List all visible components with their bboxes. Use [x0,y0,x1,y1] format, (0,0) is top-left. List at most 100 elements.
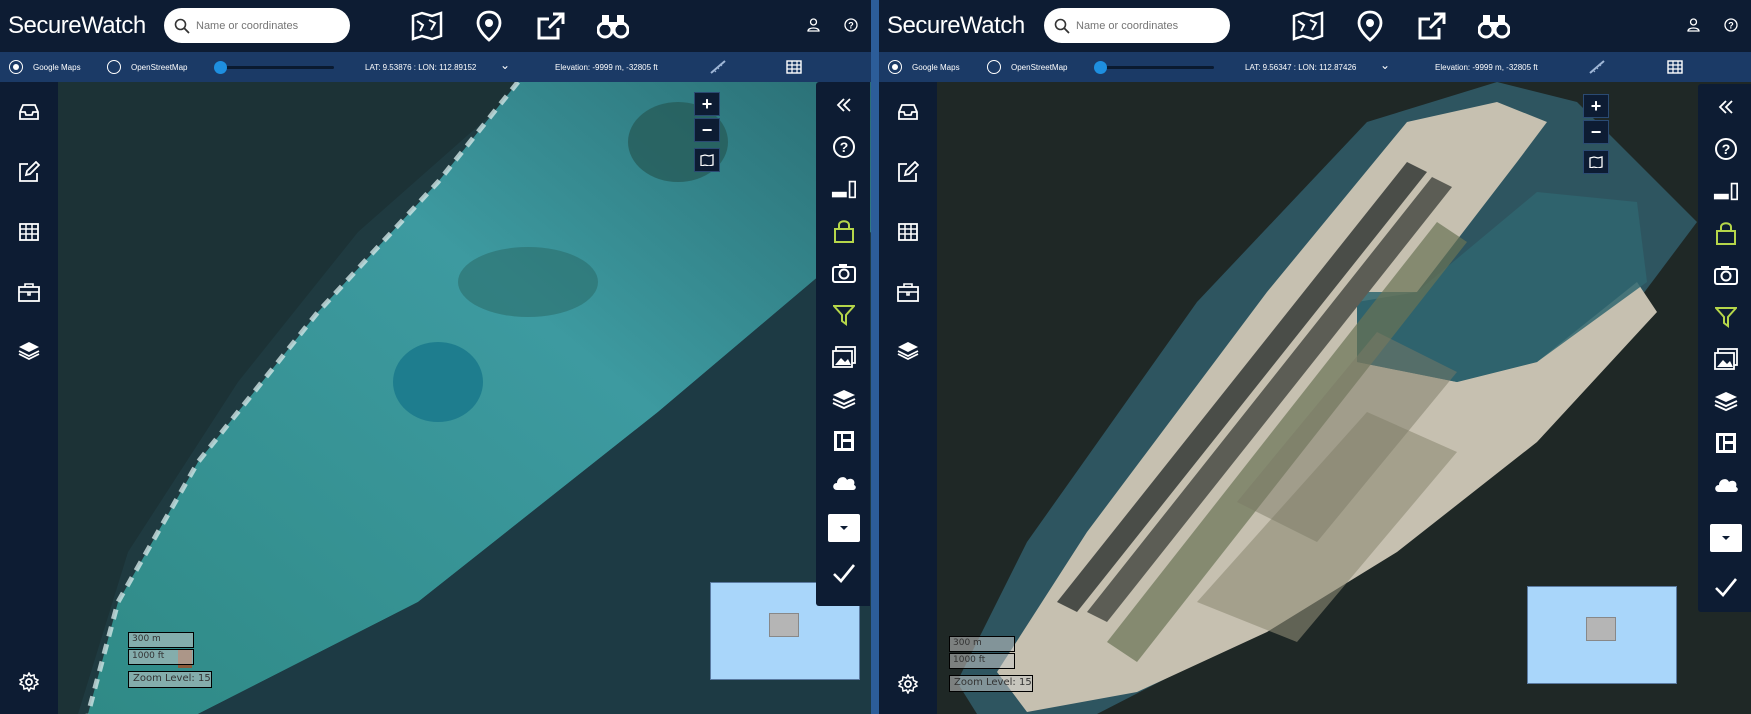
map-view-icon[interactable] [694,148,720,172]
map-icon[interactable] [408,8,446,44]
camera-icon[interactable] [1713,262,1739,288]
grid-icon[interactable] [17,220,41,244]
scale-feet: 1000 ft [949,653,1015,669]
map-view[interactable]: + − 300 m 1000 ft Zoom Level: 15 [58,82,871,714]
camera-icon[interactable] [831,260,857,286]
collapse-icon[interactable] [831,92,857,118]
user-icon[interactable] [1685,17,1701,33]
scale-meters: 300 m [128,632,194,648]
grid-icon[interactable] [1665,58,1685,76]
elevation-readout: Elevation: -9999 m, -32805 ft [555,63,658,72]
coordinate-readout: LAT: 9.53876 : LON: 112.89152 [365,63,477,72]
map-icon[interactable] [1289,8,1327,44]
filter-icon[interactable] [1713,304,1739,330]
search-box[interactable] [1044,8,1230,43]
location-pin-icon[interactable] [470,8,508,44]
grid-icon[interactable] [896,220,920,244]
brand-logo: SecureWatch [887,12,1025,39]
edit-icon[interactable] [17,160,41,184]
map-options-bar: Google Maps OpenStreetMap LAT: 9.56347 :… [879,52,1751,82]
panel-divider [871,0,879,714]
user-icon[interactable] [805,17,821,33]
coordinate-readout: LAT: 9.56347 : LON: 112.87426 [1245,63,1357,72]
help-icon[interactable]: ? [1713,136,1739,162]
lock-icon[interactable] [1713,220,1739,246]
gear-icon[interactable] [896,672,920,696]
radio-empty-icon [987,60,1001,74]
minimap-viewport[interactable] [1586,617,1616,641]
cloud-icon[interactable] [1713,472,1739,498]
basemap-google-radio[interactable]: Google Maps [888,60,960,74]
check-icon[interactable] [831,560,857,586]
minimap-viewport[interactable] [769,613,799,637]
inbox-icon[interactable] [17,100,41,124]
zoom-in-button[interactable]: + [1583,94,1609,118]
id-card-icon[interactable] [831,428,857,454]
id-card-icon[interactable] [1713,430,1739,456]
signal-bars-icon[interactable] [831,176,857,202]
basemap-google-radio[interactable]: Google Maps [9,60,81,74]
image-icon[interactable] [1713,346,1739,372]
left-map-panel: SecureWatch ? [0,0,871,714]
grid-icon[interactable] [784,58,804,76]
binoculars-icon[interactable] [1475,8,1513,44]
binoculars-icon[interactable] [594,8,632,44]
cloud-icon[interactable] [831,470,857,496]
basemap-osm-radio[interactable]: OpenStreetMap [107,60,187,74]
signal-bars-icon[interactable] [1713,178,1739,204]
check-icon[interactable] [1713,574,1739,600]
slider-knob[interactable] [214,61,227,74]
layers-icon[interactable] [17,338,41,362]
briefcase-icon[interactable] [17,280,41,304]
scale-meters: 300 m [949,636,1015,652]
filter-icon[interactable] [831,302,857,328]
zoom-in-button[interactable]: + [694,92,720,116]
layers-icon[interactable] [896,338,920,362]
help-icon[interactable]: ? [831,134,857,160]
external-link-icon[interactable] [532,8,570,44]
ruler-icon[interactable] [1587,58,1607,76]
chevron-down-icon[interactable]: ⌄ [500,58,510,72]
dropdown-icon[interactable] [1710,524,1742,552]
overview-minimap[interactable] [1527,586,1677,684]
image-icon[interactable] [831,344,857,370]
basemap-osm-radio[interactable]: OpenStreetMap [987,60,1067,74]
inbox-icon[interactable] [896,100,920,124]
map-options-bar: Google Maps OpenStreetMap LAT: 9.53876 :… [0,52,871,82]
opacity-slider[interactable] [1094,61,1214,74]
zoom-out-button[interactable]: − [694,118,720,142]
search-input[interactable] [1076,19,1226,32]
location-pin-icon[interactable] [1351,8,1389,44]
opacity-slider[interactable] [214,61,334,74]
right-map-panel: SecureWatch ? [879,0,1751,714]
radio-empty-icon [107,60,121,74]
search-icon [1054,18,1070,34]
search-input[interactable] [196,19,346,32]
brand-logo: SecureWatch [8,12,146,39]
search-icon [174,18,190,34]
chevron-down-icon[interactable]: ⌄ [1380,58,1390,72]
gear-icon[interactable] [17,670,41,694]
svg-text:?: ? [840,139,849,155]
edit-icon[interactable] [896,160,920,184]
external-link-icon[interactable] [1413,8,1451,44]
elevation-readout: Elevation: -9999 m, -32805 ft [1435,63,1538,72]
layers-icon[interactable] [1713,388,1739,414]
dropdown-icon[interactable] [828,514,860,542]
tool-rail: ? [816,82,870,606]
svg-text:?: ? [1722,141,1731,157]
scale-feet: 1000 ft [128,649,194,665]
map-view-icon[interactable] [1583,150,1609,174]
map-view[interactable]: + − 300 m 1000 ft Zoom Level: 15 [937,82,1751,714]
layers-icon[interactable] [831,386,857,412]
ruler-icon[interactable] [708,58,728,76]
zoom-out-button[interactable]: − [1583,120,1609,144]
collapse-icon[interactable] [1713,94,1739,120]
help-icon[interactable]: ? [1723,17,1739,33]
search-box[interactable] [164,8,350,43]
lock-icon[interactable] [831,218,857,244]
briefcase-icon[interactable] [896,280,920,304]
slider-knob[interactable] [1094,61,1107,74]
radio-selected-icon [9,60,23,74]
help-icon[interactable]: ? [843,17,859,33]
